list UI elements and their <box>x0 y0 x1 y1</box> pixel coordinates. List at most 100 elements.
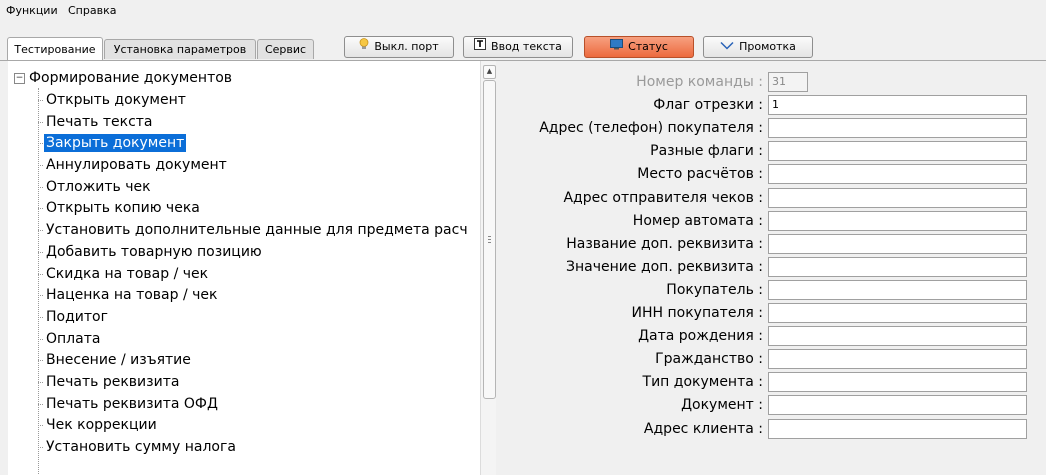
form-label: Адрес отправителя чеков : <box>563 189 763 206</box>
port-toggle-button[interactable]: Выкл. порт <box>344 36 454 58</box>
form-label: Покупатель : <box>666 281 763 298</box>
form-row: Гражданство : <box>497 349 1046 370</box>
form-field[interactable] <box>768 233 1027 254</box>
form-label: Место расчётов : <box>637 166 763 183</box>
form-field[interactable] <box>768 210 1027 231</box>
form-field[interactable] <box>768 326 1027 347</box>
tree-root[interactable]: − Формирование документов <box>14 70 232 86</box>
form-label: Гражданство : <box>655 351 763 368</box>
form-row: Документ : <box>497 395 1046 416</box>
form-field[interactable] <box>768 303 1027 323</box>
form-field[interactable] <box>768 187 1027 208</box>
form-label: Разные флаги : <box>650 143 763 160</box>
form-field[interactable] <box>768 256 1027 277</box>
tree-item-label: Открыть копию чека <box>46 200 200 217</box>
form-row: Флаг отрезки : 1 <box>497 95 1046 116</box>
form-label: Адрес (телефон) покупателя : <box>539 120 763 137</box>
form-row: Адрес отправителя чеков : <box>497 187 1046 208</box>
form-label: Флаг отрезки : <box>653 97 763 114</box>
tree-item-label: Отложить чек <box>46 178 151 195</box>
tree-branch-line <box>38 338 43 340</box>
form-field[interactable]: 1 <box>768 95 1027 116</box>
tree-item-label: Добавить товарную позицию <box>46 243 262 260</box>
grip-line <box>488 239 491 240</box>
form-label: Номер автомата : <box>632 212 763 229</box>
parameters-form: Номер команды : 31 Флаг отрезки : 1 Адрес (т… <box>497 61 1046 475</box>
tree-item-label: Установить дополнительные данные для пре… <box>46 222 468 239</box>
tab-service[interactable]: Сервис <box>257 39 314 59</box>
tree-branch-line <box>38 447 43 448</box>
tree-item-label: Подитог <box>46 308 108 325</box>
tree-branch-line <box>38 425 43 427</box>
tree-item-label: Печать реквизита ОФД <box>46 395 218 412</box>
scroll-up-icon[interactable]: ▲ <box>483 65 496 79</box>
text-input-button[interactable]: Ввод текста <box>463 36 573 58</box>
form-row: Разные флаги : <box>497 141 1046 162</box>
feed-button[interactable]: Промотка <box>703 36 813 58</box>
form-label: Документ : <box>681 397 763 414</box>
tree-branch-line <box>38 100 43 101</box>
tree-branch-line <box>38 186 43 188</box>
tree-branch-line <box>38 208 43 210</box>
grip-line <box>488 242 491 243</box>
toolbar: Тестирование Установка параметров Сервис… <box>0 30 1046 60</box>
tree-branch-line <box>38 251 43 253</box>
menu-bar: Функции Справка <box>0 0 1046 22</box>
form-field[interactable] <box>768 118 1027 139</box>
form-label: Номер команды : <box>636 74 763 90</box>
tree-scrollbar[interactable]: ▲ <box>480 61 496 475</box>
form-label: Тип документа : <box>642 374 763 391</box>
form-label: Дата рождения : <box>638 328 763 345</box>
tree-item-label: Чек коррекции <box>46 417 157 434</box>
form-row: Номер автомата : <box>497 210 1046 231</box>
menu-help[interactable]: Справка <box>68 4 116 17</box>
form-row: Значение доп. реквизита : <box>497 256 1046 277</box>
form-label: Значение доп. реквизита : <box>566 258 763 275</box>
status-label: Статус <box>628 40 668 53</box>
form-field[interactable] <box>768 164 1027 185</box>
form-field[interactable] <box>768 395 1027 416</box>
tree-item-label: Открыть документ <box>46 92 186 108</box>
tree-branch-line <box>38 230 43 232</box>
tree-item-label: Печать реквизита <box>46 373 180 390</box>
form-label: Название доп. реквизита : <box>566 235 763 252</box>
status-button[interactable]: Статус <box>584 36 694 58</box>
tree-item-label: Печать текста <box>46 113 153 130</box>
form-field[interactable] <box>768 418 1027 439</box>
form-field[interactable] <box>768 349 1027 370</box>
form-row: Номер команды : 31 <box>497 72 1046 92</box>
collapse-icon[interactable]: − <box>14 73 25 84</box>
document-tree: − Формирование документов Открыть докумен… <box>8 61 480 475</box>
tab-parameters[interactable]: Установка параметров <box>104 39 256 59</box>
form-row: Название доп. реквизита : <box>497 233 1046 254</box>
tree-item-label: Наценка на товар / чек <box>46 287 218 304</box>
tree-item-label: Аннулировать документ <box>46 157 227 174</box>
form-row: Тип документа : <box>497 372 1046 393</box>
form-field[interactable] <box>768 141 1027 162</box>
text-t-icon <box>474 37 487 57</box>
tree-item-label: Закрыть документ <box>44 134 187 153</box>
tree-branch-line <box>38 403 43 405</box>
tree-branch-line <box>38 316 43 318</box>
tab-testing[interactable]: Тестирование <box>7 37 103 60</box>
form-label: ИНН покупателя : <box>631 305 763 321</box>
tree-branch-line <box>38 273 43 275</box>
form-row: Адрес клиента : <box>497 418 1046 439</box>
scroll-thumb[interactable] <box>483 80 496 399</box>
tree-item-label: Внесение / изъятие <box>46 352 191 369</box>
tree-branch-line <box>38 143 43 145</box>
text-input-label: Ввод текста <box>491 40 562 53</box>
form-field[interactable] <box>768 279 1027 300</box>
tree-root-label: Формирование документов <box>29 70 233 86</box>
port-toggle-label: Выкл. порт <box>374 40 439 53</box>
form-row: Покупатель : <box>497 279 1046 300</box>
form-row: ИНН покупателя : <box>497 303 1046 323</box>
lightbulb-icon <box>359 37 369 57</box>
menu-functions[interactable]: Функции <box>6 4 58 17</box>
tree-guide-line <box>38 88 39 475</box>
tree-item-label: Оплата <box>46 330 101 347</box>
tree-item-label: Скидка на товар / чек <box>46 265 209 282</box>
form-row: Адрес (телефон) покупателя : <box>497 118 1046 139</box>
form-field[interactable] <box>768 372 1027 393</box>
tree-branch-line <box>38 381 43 383</box>
